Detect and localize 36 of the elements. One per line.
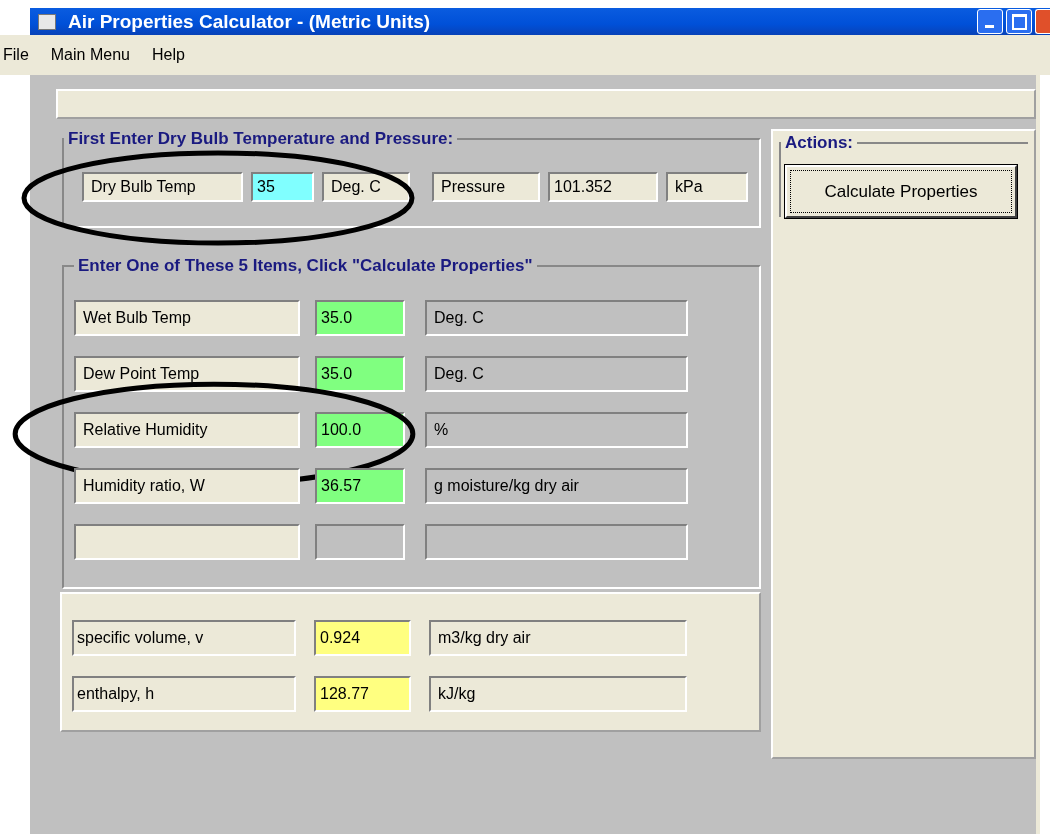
label-field: Dry Bulb Temp: [82, 172, 243, 202]
unit-field: kJ/kg: [429, 676, 687, 712]
unit-field: Deg. C: [425, 300, 688, 336]
label-field: Pressure: [432, 172, 540, 202]
unit-field: Deg. C: [425, 356, 688, 392]
value-field: 128.77: [314, 676, 411, 712]
minimize-button[interactable]: [977, 9, 1003, 34]
maximize-button[interactable]: [1006, 9, 1032, 34]
value-field[interactable]: 35.0: [315, 300, 405, 336]
group-title: Enter One of These 5 Items, Click "Calculate Properties": [77, 256, 534, 276]
label-field: enthalpy, h: [72, 676, 296, 712]
window-icon: [38, 13, 56, 30]
calculate-button[interactable]: Calculate Properties: [785, 165, 1017, 218]
menu-item[interactable]: Main Menu: [50, 46, 130, 64]
value-field[interactable]: 35.0: [315, 356, 405, 392]
value-field: 0.924: [314, 620, 411, 656]
label-field: specific volume, v: [72, 620, 296, 656]
menu-item[interactable]: File: [3, 46, 29, 64]
unit-field: m3/kg dry air: [429, 620, 687, 656]
group-title: Actions:: [784, 133, 854, 153]
value-field[interactable]: 101.352: [548, 172, 658, 202]
menu-item[interactable]: Help: [151, 46, 185, 64]
value-field[interactable]: 100.0: [315, 412, 405, 448]
unit-field: %: [425, 412, 688, 448]
label-field: Wet Bulb Temp: [74, 300, 300, 336]
unit-field: Deg. C: [322, 172, 410, 202]
label-field: Humidity ratio, W: [74, 468, 300, 504]
window-title: Air Properties Calculator - (Metric Units): [68, 10, 432, 33]
unit-field: g moisture/kg dry air: [425, 468, 688, 504]
unit-field: kPa: [666, 172, 748, 202]
label-field: Relative Humidity: [74, 412, 300, 448]
close-button[interactable]: [1035, 9, 1050, 34]
value-field[interactable]: [315, 524, 405, 560]
value-field[interactable]: 36.57: [315, 468, 405, 504]
value-field[interactable]: 35: [251, 172, 314, 202]
group-title: First Enter Dry Bulb Temperature and Pressure:: [67, 129, 455, 149]
